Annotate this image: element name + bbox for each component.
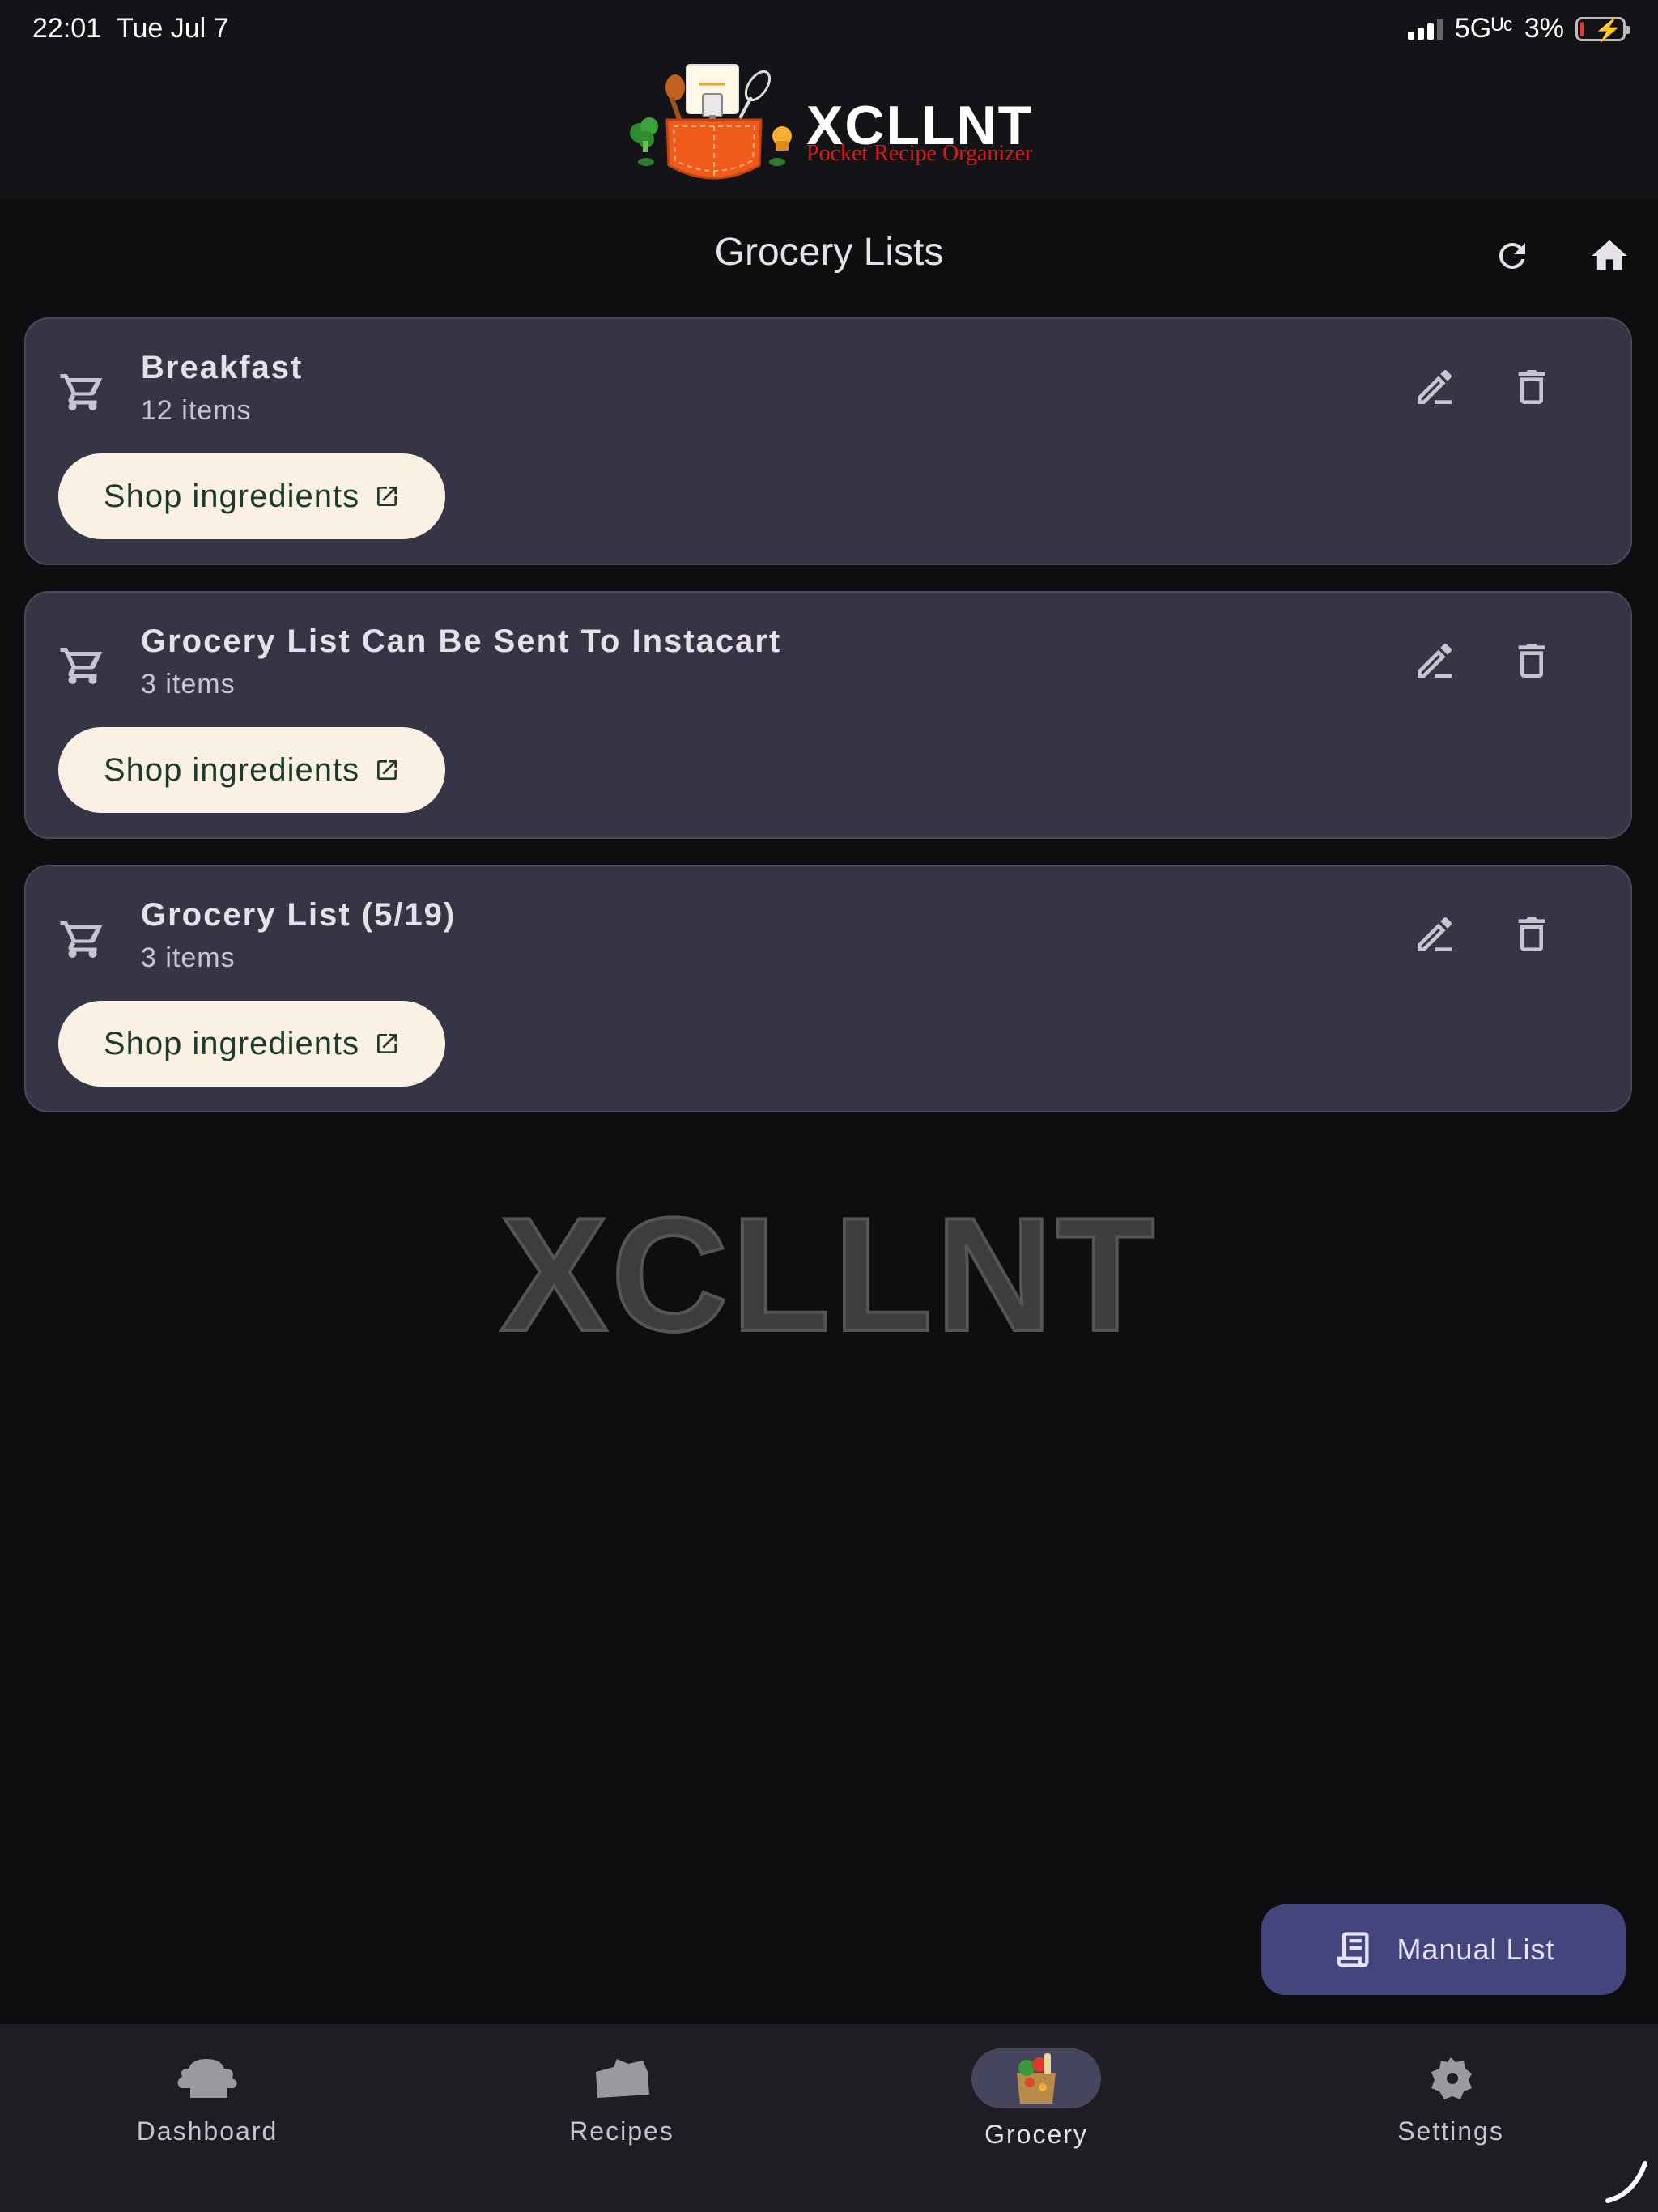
grocery-list-card[interactable]: Grocery List (5/19) 3 items Shop ingredi… bbox=[24, 865, 1632, 1112]
pocket-logo-icon bbox=[630, 64, 792, 180]
nav-label-recipes: Recipes bbox=[569, 2116, 674, 2146]
home-icon[interactable] bbox=[1585, 232, 1634, 280]
nav-label-dashboard: Dashboard bbox=[136, 2116, 278, 2146]
date-text: Tue Jul 7 bbox=[117, 13, 229, 44]
network-text: 5Gᵁᶜ bbox=[1454, 13, 1513, 44]
signal-icon bbox=[1407, 18, 1443, 40]
cart-icon bbox=[58, 913, 107, 962]
list-name: Grocery List (5/19) bbox=[141, 897, 457, 933]
list-item-count: 12 items bbox=[141, 395, 252, 426]
shop-ingredients-button[interactable]: Shop ingredients bbox=[58, 453, 445, 539]
corner-indicator-icon bbox=[1605, 2161, 1647, 2203]
edit-icon[interactable] bbox=[1412, 638, 1460, 687]
shop-ingredients-button[interactable]: Shop ingredients bbox=[58, 1001, 445, 1087]
manual-list-button[interactable]: Manual List bbox=[1261, 1904, 1626, 1995]
list-item-count: 3 items bbox=[141, 669, 236, 700]
dashboard-icon bbox=[142, 2048, 272, 2108]
delete-icon[interactable] bbox=[1509, 638, 1558, 687]
external-link-icon bbox=[377, 1034, 397, 1053]
list-item-count: 3 items bbox=[141, 942, 236, 973]
page-header: Grocery Lists bbox=[0, 199, 1658, 313]
external-link-icon bbox=[377, 760, 397, 780]
status-indicators: 5Gᵁᶜ 3% ⚡ bbox=[1407, 13, 1630, 45]
shop-ingredients-button[interactable]: Shop ingredients bbox=[58, 727, 445, 813]
status-time: 22:01 Tue Jul 7 bbox=[32, 13, 229, 45]
battery-percent: 3% bbox=[1524, 13, 1564, 44]
nav-item-dashboard[interactable]: Dashboard bbox=[86, 2048, 329, 2146]
battery-icon: ⚡ bbox=[1575, 16, 1630, 42]
list-name: Breakfast bbox=[141, 350, 304, 385]
delete-icon[interactable] bbox=[1509, 364, 1558, 413]
list-name: Grocery List Can Be Sent To Instacart bbox=[141, 623, 782, 659]
grocery-list-card[interactable]: Grocery List Can Be Sent To Instacart 3 … bbox=[24, 591, 1632, 839]
nav-label-settings: Settings bbox=[1397, 2116, 1504, 2146]
page-title: Grocery Lists bbox=[714, 231, 944, 274]
edit-icon[interactable] bbox=[1412, 364, 1460, 413]
delete-icon[interactable] bbox=[1509, 912, 1558, 960]
cart-icon bbox=[58, 366, 107, 415]
shop-ingredients-label: Shop ingredients bbox=[103, 478, 360, 514]
app-logo: XCLLNT Pocket Recipe Organizer bbox=[622, 62, 1043, 199]
nav-label-grocery: Grocery bbox=[984, 2120, 1088, 2149]
bottom-navigation: Dashboard Recipes Grocery Settings bbox=[0, 2024, 1658, 2212]
shop-ingredients-label: Shop ingredients bbox=[103, 1025, 360, 1061]
watermark-logo: XCLLNT bbox=[499, 1183, 1158, 1367]
grocery-list-card[interactable]: Breakfast 12 items Shop ingredients bbox=[24, 317, 1632, 565]
nav-item-settings[interactable]: Settings bbox=[1329, 2048, 1572, 2146]
manual-list-label: Manual List bbox=[1397, 1933, 1555, 1966]
brand-header: XCLLNT Pocket Recipe Organizer bbox=[0, 62, 1658, 199]
cart-icon bbox=[58, 640, 107, 688]
status-bar: 22:01 Tue Jul 7 5Gᵁᶜ 3% ⚡ bbox=[0, 0, 1658, 62]
time-text: 22:01 bbox=[32, 13, 102, 44]
nav-item-grocery[interactable]: Grocery bbox=[915, 2048, 1158, 2150]
receipt-icon bbox=[1337, 1932, 1369, 1967]
shop-ingredients-label: Shop ingredients bbox=[103, 751, 360, 788]
brand-subtitle: Pocket Recipe Organizer bbox=[806, 141, 1033, 166]
grocery-icon bbox=[971, 2048, 1101, 2108]
refresh-icon[interactable] bbox=[1488, 232, 1537, 280]
nav-item-recipes[interactable]: Recipes bbox=[500, 2048, 743, 2146]
edit-icon[interactable] bbox=[1412, 912, 1460, 960]
external-link-icon bbox=[377, 487, 397, 506]
recipes-icon bbox=[557, 2048, 687, 2108]
settings-icon bbox=[1386, 2048, 1516, 2108]
